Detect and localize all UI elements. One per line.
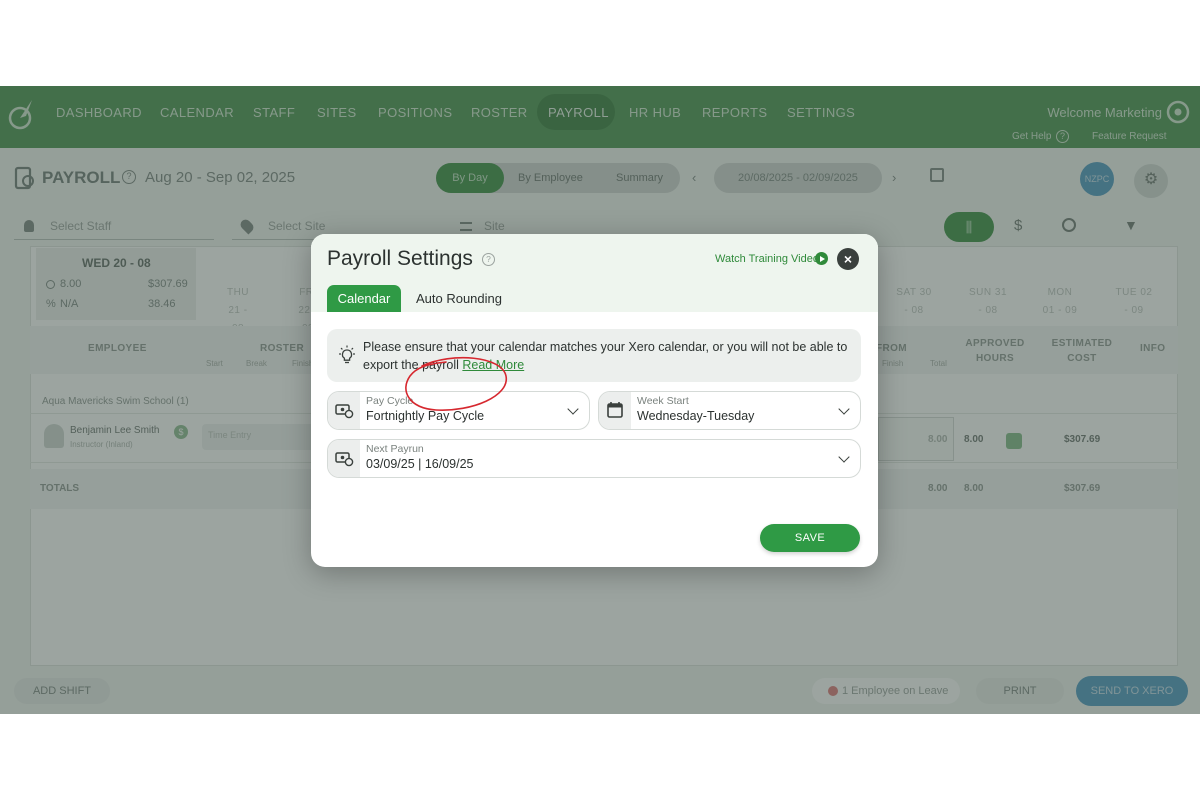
chevron-down-icon (567, 403, 579, 415)
help-icon[interactable]: ? (482, 253, 495, 266)
close-button[interactable]: × (837, 248, 859, 270)
week-start-value: Wednesday-Tuesday (637, 409, 755, 423)
modal-title: Payroll Settings (327, 247, 473, 270)
watch-training-video-link[interactable]: Watch Training Video (715, 253, 819, 265)
notice-text: Please ensure that your calendar matches… (363, 338, 853, 374)
money-cycle-icon (335, 404, 354, 419)
money-cycle-icon (335, 452, 354, 467)
play-icon[interactable] (815, 252, 828, 265)
xero-calendar-notice: Please ensure that your calendar matches… (327, 329, 861, 382)
chevron-down-icon (838, 403, 850, 415)
payroll-settings-modal: Payroll Settings ? Watch Training Video … (311, 234, 878, 567)
week-start-select[interactable]: Week Start Wednesday-Tuesday (598, 391, 861, 430)
save-button[interactable]: SAVE (760, 524, 860, 552)
tab-auto-rounding[interactable]: Auto Rounding (411, 285, 507, 312)
field-icon-wrap (328, 392, 360, 429)
pay-cycle-select[interactable]: Pay Cycle Fortnightly Pay Cycle (327, 391, 590, 430)
field-icon-wrap (599, 392, 631, 429)
app-screen: DASHBOARD CALENDAR STAFF SITES POSITIONS… (0, 86, 1200, 714)
read-more-link[interactable]: Read More (462, 358, 524, 372)
pay-cycle-label: Pay Cycle (366, 395, 414, 407)
tab-calendar[interactable]: Calendar (327, 285, 401, 312)
next-payrun-label: Next Payrun (366, 443, 424, 455)
pay-cycle-value: Fortnightly Pay Cycle (366, 409, 485, 423)
week-start-label: Week Start (637, 395, 689, 407)
notice-message: Please ensure that your calendar matches… (363, 340, 848, 372)
chevron-down-icon (838, 451, 850, 463)
field-icon-wrap (328, 440, 360, 477)
next-payrun-select[interactable]: Next Payrun 03/09/25 | 16/09/25 (327, 439, 861, 478)
lightbulb-icon (339, 345, 355, 364)
next-payrun-value: 03/09/25 | 16/09/25 (366, 457, 474, 471)
calendar-icon (607, 402, 623, 418)
